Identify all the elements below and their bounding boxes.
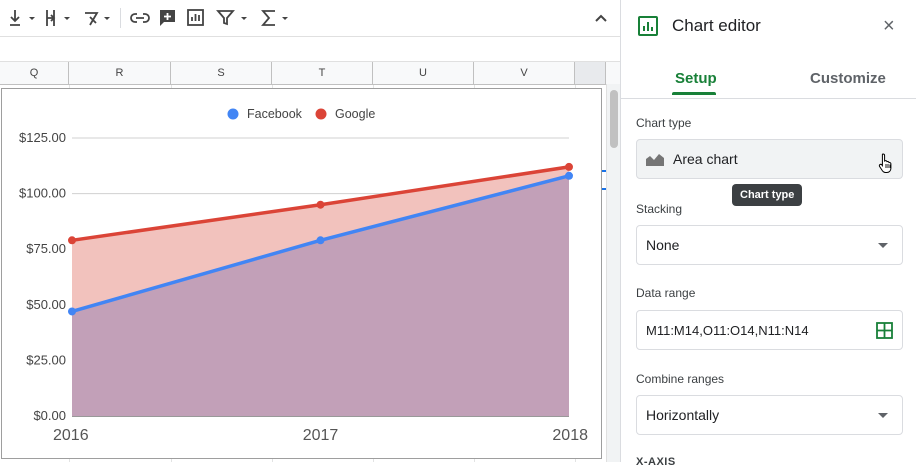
column-header[interactable]: V xyxy=(474,62,575,84)
hand-cursor-icon xyxy=(878,152,894,179)
y-tick-label: $100.00 xyxy=(19,186,66,201)
combine-ranges-select[interactable]: Horizontally xyxy=(636,395,903,435)
legend-swatch xyxy=(227,108,239,120)
vertical-scrollbar[interactable] xyxy=(606,84,620,462)
chart-editor-icon xyxy=(637,15,659,42)
panel-tabs: Setup Customize xyxy=(621,52,916,99)
column-header[interactable]: S xyxy=(171,62,272,84)
area-chart-icon xyxy=(645,150,665,168)
column-header[interactable]: Q xyxy=(0,62,69,84)
area-chart[interactable]: $0.00 $25.00 $50.00 $75.00 $100.00 $125.00 20… xyxy=(2,89,601,458)
close-icon[interactable]: × xyxy=(883,16,895,36)
column-header-partial xyxy=(575,62,606,84)
toolbar xyxy=(0,0,620,36)
y-tick-label: $0.00 xyxy=(33,408,66,423)
active-tab-indicator xyxy=(672,92,716,95)
combine-ranges-label: Combine ranges xyxy=(636,372,725,386)
column-header[interactable]: R xyxy=(69,62,171,84)
tab-customize[interactable]: Customize xyxy=(810,70,886,87)
legend-swatch xyxy=(315,108,327,120)
chevron-down-icon xyxy=(878,413,888,418)
legend-label: Google xyxy=(335,107,375,121)
embedded-chart[interactable]: $0.00 $25.00 $50.00 $75.00 $100.00 $125.00 20… xyxy=(1,88,602,459)
formula-bar[interactable] xyxy=(0,36,620,62)
insert-down-icon[interactable] xyxy=(6,6,36,30)
data-point xyxy=(68,307,76,316)
tab-setup[interactable]: Setup xyxy=(675,70,717,87)
text-rotation-icon[interactable] xyxy=(82,6,114,30)
stacking-label: Stacking xyxy=(636,202,683,216)
column-header[interactable]: T xyxy=(272,62,373,84)
data-point xyxy=(68,236,76,245)
chart-type-tooltip: Chart type xyxy=(732,184,803,206)
select-range-grid-icon[interactable] xyxy=(876,322,893,339)
chart-editor-panel: Chart editor × Setup Customize Chart typ… xyxy=(620,0,916,468)
stacking-select[interactable]: None xyxy=(636,225,903,265)
data-point xyxy=(565,171,573,180)
chart-type-select[interactable]: Area chart xyxy=(636,139,903,179)
x-tick-label: 2017 xyxy=(303,427,339,444)
chart-type-label: Chart type xyxy=(636,116,692,130)
data-point xyxy=(316,200,325,209)
data-range-value: M11:M14,O11:O14,N11:N14 xyxy=(646,322,809,338)
align-vertical-icon[interactable] xyxy=(42,6,72,30)
data-range-input[interactable]: M11:M14,O11:O14,N11:N14 xyxy=(636,310,903,350)
scrollbar-thumb[interactable] xyxy=(610,90,618,148)
insert-chart-icon[interactable] xyxy=(185,6,207,30)
comment-icon[interactable] xyxy=(157,6,179,30)
data-range-label: Data range xyxy=(636,286,696,300)
y-tick-label: $50.00 xyxy=(26,297,66,312)
spreadsheet-area: Q R S T U V $0.00 $25.00 $50.00 $75.00 $100.… xyxy=(0,0,620,462)
filter-icon[interactable] xyxy=(215,6,253,30)
data-point xyxy=(316,236,325,245)
legend-label: Facebook xyxy=(247,107,303,121)
x-axis-section-header[interactable]: X-AXIS xyxy=(636,456,676,468)
y-tick-label: $125.00 xyxy=(19,130,66,145)
panel-title: Chart editor xyxy=(672,16,761,35)
chevron-down-icon xyxy=(878,243,888,248)
column-headers: Q R S T U V xyxy=(0,62,620,85)
link-icon[interactable] xyxy=(129,6,151,30)
column-header[interactable]: U xyxy=(373,62,474,84)
sum-icon[interactable] xyxy=(259,6,293,30)
y-tick-label: $25.00 xyxy=(26,352,66,367)
x-tick-label: 2016 xyxy=(53,427,89,444)
y-tick-label: $75.00 xyxy=(26,241,66,256)
stacking-value: None xyxy=(646,237,680,253)
data-point xyxy=(565,162,573,171)
x-tick-label: 2018 xyxy=(552,427,588,444)
combine-ranges-value: Horizontally xyxy=(646,407,720,423)
chart-type-value: Area chart xyxy=(673,151,738,167)
collapse-icon[interactable] xyxy=(592,6,610,30)
panel-header: Chart editor × xyxy=(621,0,916,52)
